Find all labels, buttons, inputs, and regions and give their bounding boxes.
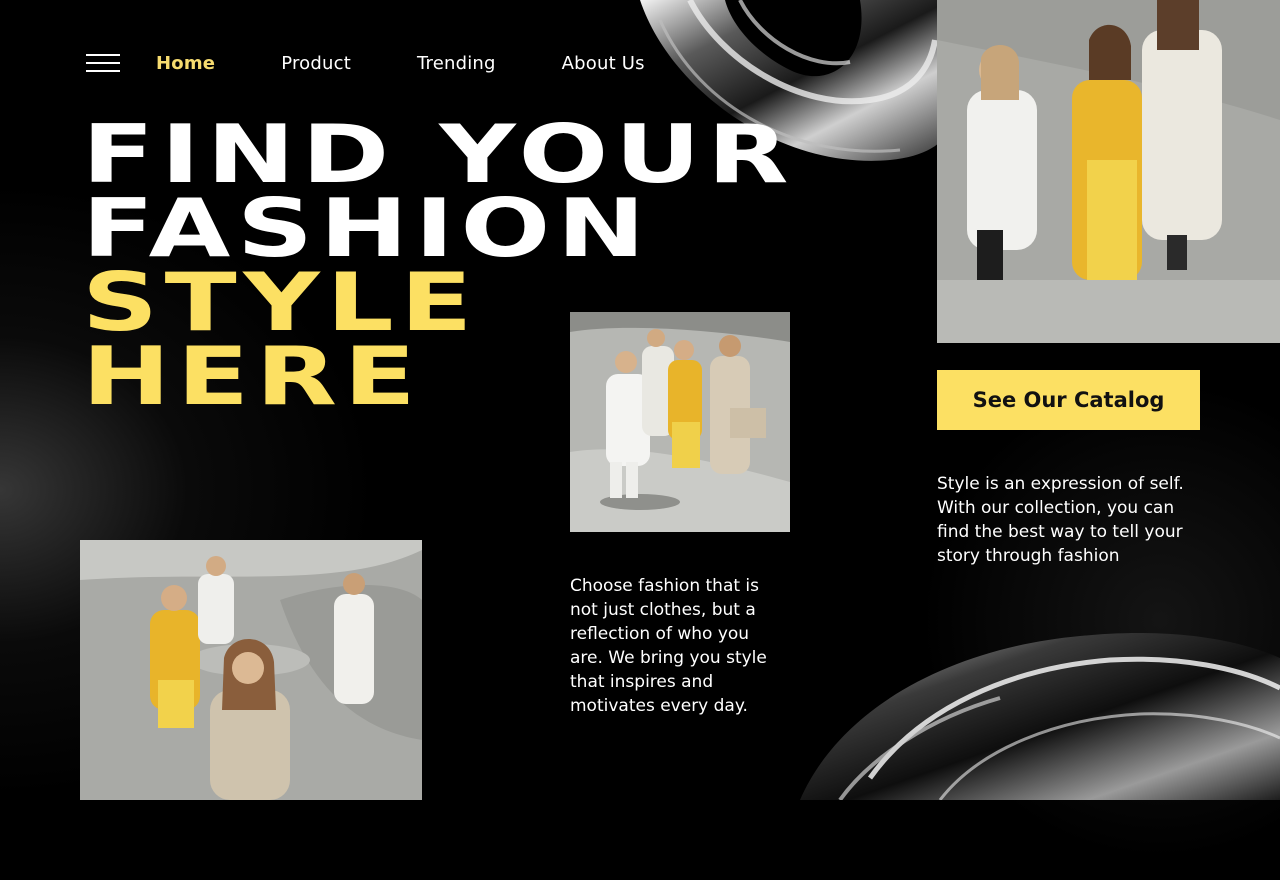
hamburger-menu-icon[interactable] — [86, 52, 120, 74]
nav-item-home[interactable]: Home — [156, 53, 215, 74]
chrome-blob-decoration-bottom — [800, 632, 1280, 800]
see-catalog-button[interactable]: See Our Catalog — [937, 370, 1200, 430]
main-nav: Home Product Trending About Us — [86, 48, 711, 78]
fashion-photo-group — [570, 312, 790, 532]
fashion-photo-walk — [80, 540, 422, 800]
fashion-photo-top — [937, 0, 1280, 343]
nav-item-product[interactable]: Product — [281, 53, 351, 74]
hero-line-1: FIND YOUR — [82, 108, 796, 201]
hero-line-2: FASHION — [82, 182, 652, 275]
intro-paragraph: Style is an expression of self. With our… — [937, 474, 1184, 566]
nav-item-about-us[interactable]: About Us — [562, 53, 645, 74]
mission-paragraph: Choose fashion that is not just clothes,… — [570, 576, 767, 716]
nav-item-trending[interactable]: Trending — [417, 53, 496, 74]
